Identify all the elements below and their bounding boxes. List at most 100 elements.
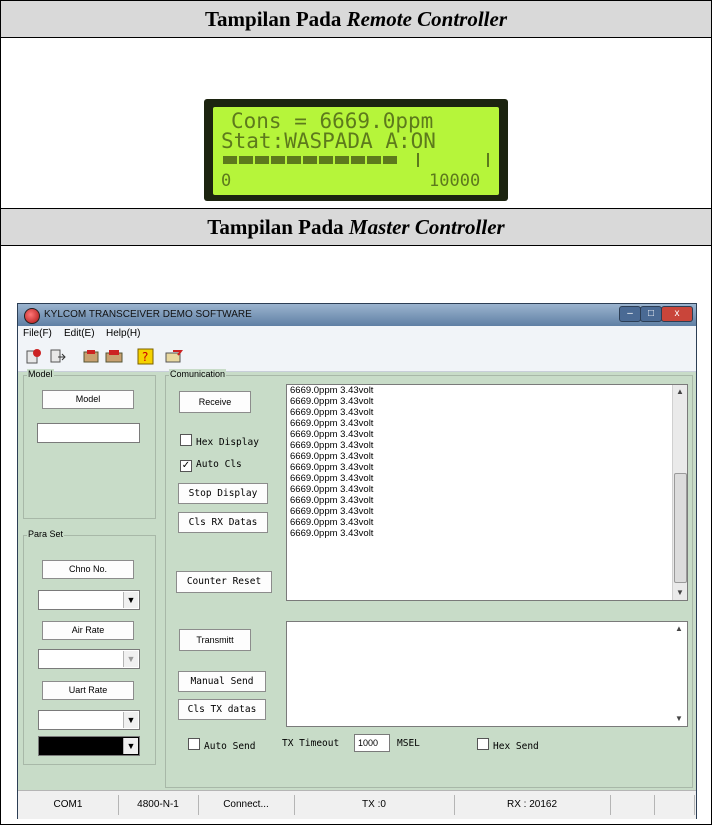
rx-data-area[interactable]: 6669.0ppm 3.43volt 6669.0ppm 3.43volt 6669…: [286, 384, 688, 601]
chevron-down-icon[interactable]: ▼: [123, 592, 138, 608]
rx-line: 6669.0ppm 3.43volt: [290, 528, 374, 539]
auto-send-checkbox[interactable]: Auto Send: [188, 738, 255, 752]
status-connection: Connect...: [198, 795, 295, 815]
status-extra-1: [610, 795, 655, 815]
status-settings: 4800-N-1: [118, 795, 199, 815]
chno-combo[interactable]: ▼: [38, 590, 140, 610]
menu-file[interactable]: File(F): [23, 328, 52, 339]
scroll-down-icon[interactable]: ▼: [673, 586, 687, 600]
chevron-down-icon[interactable]: ▼: [123, 651, 138, 667]
rx-line: 6669.0ppm 3.43volt: [290, 462, 374, 473]
scroll-down-icon[interactable]: ▼: [672, 712, 686, 726]
close-button[interactable]: x: [661, 306, 693, 322]
settings-icon[interactable]: [81, 347, 101, 366]
hex-send-checkbox[interactable]: Hex Send: [477, 738, 539, 752]
para-set-label: Para Set: [27, 529, 65, 539]
scroll-up-icon[interactable]: ▲: [673, 385, 687, 399]
maximize-button[interactable]: □: [640, 306, 662, 322]
toolbar: ?: [18, 343, 696, 372]
master-title-prefix: Tampilan Pada: [207, 215, 349, 239]
scroll-thumb[interactable]: [674, 473, 687, 583]
lcd-tick-end: [487, 153, 489, 167]
status-port: COM1: [18, 795, 119, 815]
model-button[interactable]: Model: [42, 390, 134, 409]
window-title: KYLCOM TRANSCEIVER DEMO SOFTWARE: [44, 309, 252, 320]
air-rate-button[interactable]: Air Rate: [42, 621, 134, 640]
rx-line: 6669.0ppm 3.43volt: [290, 451, 374, 462]
rx-line: 6669.0ppm 3.43volt: [290, 396, 374, 407]
transfer-icon[interactable]: [104, 347, 124, 366]
checkbox-box[interactable]: [180, 434, 192, 446]
receive-button[interactable]: Receive: [179, 391, 251, 413]
window-titlebar[interactable]: KYLCOM TRANSCEIVER DEMO SOFTWARE – □ x: [18, 304, 696, 326]
rx-line: 6669.0ppm 3.43volt: [290, 495, 374, 506]
lcd-screen: Cons = 6669.0ppm Stat:WASPADA A:ON 0 100…: [213, 107, 499, 195]
auto-send-label: Auto Send: [204, 741, 256, 752]
checkbox-box[interactable]: [188, 738, 200, 750]
remote-section-header: Tampilan Pada Remote Controller: [1, 1, 711, 38]
menu-bar: File(F) Edit(E) Help(H): [18, 326, 696, 343]
lcd-module: Cons = 6669.0ppm Stat:WASPADA A:ON 0 100…: [204, 99, 508, 201]
chevron-down-icon[interactable]: ▼: [123, 712, 138, 728]
help-icon[interactable]: ?: [136, 347, 156, 366]
rx-data-lines: 6669.0ppm 3.43volt 6669.0ppm 3.43volt 6669…: [290, 385, 373, 539]
transmit-button[interactable]: Transmitt: [179, 629, 251, 651]
uart-rate-button[interactable]: Uart Rate: [42, 681, 134, 700]
tx-timeout-label: TX Timeout: [282, 738, 340, 749]
para-set-group: Para Set Chno No. ▼ Air Rate ▼ Uart Rate…: [23, 529, 156, 765]
rx-line: 6669.0ppm 3.43volt: [290, 473, 374, 484]
minimize-button[interactable]: –: [619, 306, 641, 322]
menu-edit[interactable]: Edit(E): [64, 328, 95, 339]
model-field[interactable]: [37, 423, 140, 443]
tx-timeout-input[interactable]: 1000: [354, 734, 390, 752]
checkbox-box-checked[interactable]: ✓: [180, 460, 192, 472]
lcd-level-bar: [223, 156, 397, 164]
remote-title-italic: Remote Controller: [346, 7, 508, 31]
checkbox-box[interactable]: [477, 738, 489, 750]
hex-display-checkbox[interactable]: Hex Display: [180, 434, 259, 448]
msel-label: MSEL: [397, 738, 420, 749]
remote-title-prefix: Tampilan Pada: [204, 7, 347, 31]
auto-cls-checkbox[interactable]: ✓ Auto Cls: [180, 459, 242, 472]
hex-send-label: Hex Send: [493, 741, 539, 752]
color-combo[interactable]: ▼: [38, 736, 140, 756]
cls-rx-button[interactable]: Cls RX Datas: [178, 512, 268, 533]
rx-line: 6669.0ppm 3.43volt: [290, 418, 374, 429]
rx-line: 6669.0ppm 3.43volt: [290, 407, 374, 418]
app-icon: [24, 308, 40, 324]
rx-scrollbar[interactable]: ▲ ▼: [672, 385, 687, 600]
tx-data-area[interactable]: ▲ ▼: [286, 621, 688, 727]
lcd-tick-mid: [417, 153, 419, 167]
app-window: KYLCOM TRANSCEIVER DEMO SOFTWARE – □ x F…: [17, 303, 697, 819]
remote-display-cell: Cons = 6669.0ppm Stat:WASPADA A:ON 0 100…: [1, 38, 711, 209]
model-group-label: Model: [27, 369, 54, 379]
send-icon[interactable]: [164, 347, 184, 366]
master-section-header: Tampilan Pada Master Controller: [1, 209, 711, 246]
tx-scrollbar[interactable]: ▲ ▼: [672, 622, 687, 726]
export-icon[interactable]: [48, 347, 68, 366]
counter-reset-button[interactable]: Counter Reset: [176, 571, 272, 593]
status-rx: RX : 20162: [454, 795, 611, 815]
menu-help[interactable]: Help(H): [106, 328, 140, 339]
communication-group: Comunication Receive Hex Display ✓ Auto C…: [165, 369, 693, 788]
rx-line: 6669.0ppm 3.43volt: [290, 429, 374, 440]
scroll-up-icon[interactable]: ▲: [672, 622, 686, 636]
communication-label: Comunication: [169, 369, 227, 379]
chevron-down-icon[interactable]: ▼: [123, 738, 138, 754]
open-file-icon[interactable]: [24, 347, 44, 366]
cls-tx-button[interactable]: Cls TX datas: [178, 699, 266, 720]
rx-line: 6669.0ppm 3.43volt: [290, 385, 374, 396]
status-extra-2: [654, 795, 695, 815]
rx-line: 6669.0ppm 3.43volt: [290, 484, 374, 495]
rx-line: 6669.0ppm 3.43volt: [290, 440, 374, 451]
stop-display-button[interactable]: Stop Display: [178, 483, 268, 504]
status-tx: TX :0: [294, 795, 455, 815]
uart-rate-combo[interactable]: ▼: [38, 710, 140, 730]
chno-button[interactable]: Chno No.: [42, 560, 134, 579]
auto-cls-label: Auto Cls: [196, 459, 242, 470]
manual-send-button[interactable]: Manual Send: [178, 671, 266, 692]
lcd-scale-max: 10000: [429, 171, 481, 191]
air-rate-combo[interactable]: ▼: [38, 649, 140, 669]
client-area: Model Model Para Set Chno No. ▼ Air Rate…: [18, 369, 696, 790]
master-title-italic: Master Controller: [348, 215, 505, 239]
